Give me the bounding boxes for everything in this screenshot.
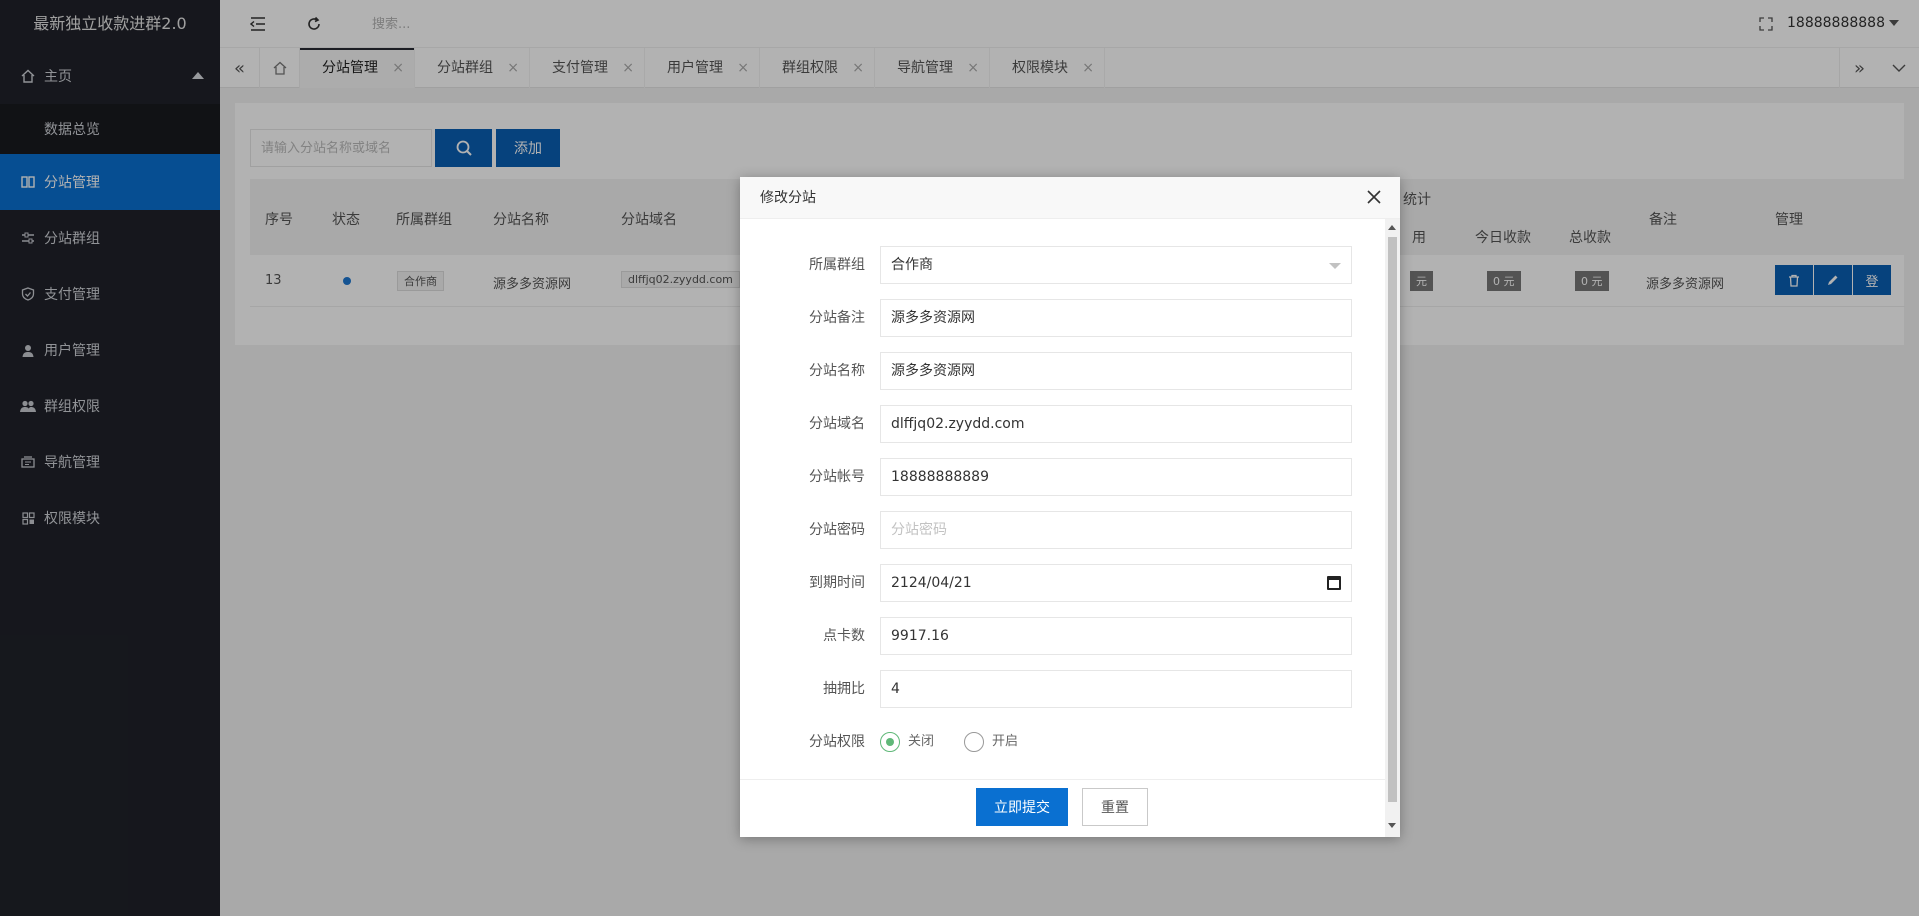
permission-row: 分站权限 关闭 开启 [755,723,1355,763]
modal-form: 所属群组 合作商 分站备注 源多多资源网 分站名称 源多多资源网 分站域名 dl… [755,234,1370,769]
password-input[interactable]: 分站密码 [880,511,1352,549]
group-value: 合作商 [891,257,933,273]
scroll-down-icon[interactable] [1388,823,1396,828]
password-row: 分站密码 分站密码 [755,511,1355,551]
name-row: 分站名称 源多多资源网 [755,352,1355,392]
password-label: 分站密码 [809,522,865,538]
modal-footer: 立即提交 重置 [740,779,1385,837]
commission-label: 抽拥比 [823,681,865,697]
account-input[interactable]: 18888888889 [880,458,1352,496]
expire-value: 2124/04/21 [891,575,972,591]
permission-label: 分站权限 [809,734,865,750]
group-row: 所属群组 合作商 [755,246,1355,286]
account-label: 分站帐号 [809,469,865,485]
reset-button[interactable]: 重置 [1082,788,1148,826]
commission-input[interactable]: 4 [880,670,1352,708]
points-input[interactable]: 9917.16 [880,617,1352,655]
domain-row: 分站域名 dlffjq02.zyydd.com [755,405,1355,445]
edit-substation-modal: 修改分站 所属群组 合作商 分站备注 源多多资源网 分站名称 源多多资源网 分站… [740,177,1400,837]
note-label: 分站备注 [809,310,865,326]
name-input[interactable]: 源多多资源网 [880,352,1352,390]
note-row: 分站备注 源多多资源网 [755,299,1355,339]
group-label: 所属群组 [809,257,865,273]
radio-on-label[interactable]: 开启 [992,723,1018,761]
expire-date-input[interactable]: 2124/04/21 [880,564,1352,602]
calendar-icon[interactable] [1327,576,1341,590]
expire-row: 到期时间 2124/04/21 [755,564,1355,604]
commission-row: 抽拥比 4 [755,670,1355,710]
radio-on[interactable] [964,732,984,752]
group-select[interactable]: 合作商 [880,246,1352,284]
radio-off[interactable] [880,732,900,752]
modal-title: 修改分站 [740,177,1400,219]
points-row: 点卡数 9917.16 [755,617,1355,657]
select-arrow-icon [1329,263,1341,269]
domain-input[interactable]: dlffjq02.zyydd.com [880,405,1352,443]
modal-scrollbar[interactable] [1385,219,1400,837]
radio-off-label[interactable]: 关闭 [908,723,934,761]
note-input[interactable]: 源多多资源网 [880,299,1352,337]
account-row: 分站帐号 18888888889 [755,458,1355,498]
submit-button[interactable]: 立即提交 [976,788,1068,826]
scroll-thumb[interactable] [1388,237,1397,802]
name-label: 分站名称 [809,363,865,379]
close-icon[interactable] [1364,187,1384,207]
scroll-up-icon[interactable] [1388,225,1396,230]
password-placeholder: 分站密码 [891,522,947,538]
points-label: 点卡数 [823,628,865,644]
expire-label: 到期时间 [809,575,865,591]
domain-label: 分站域名 [809,416,865,432]
